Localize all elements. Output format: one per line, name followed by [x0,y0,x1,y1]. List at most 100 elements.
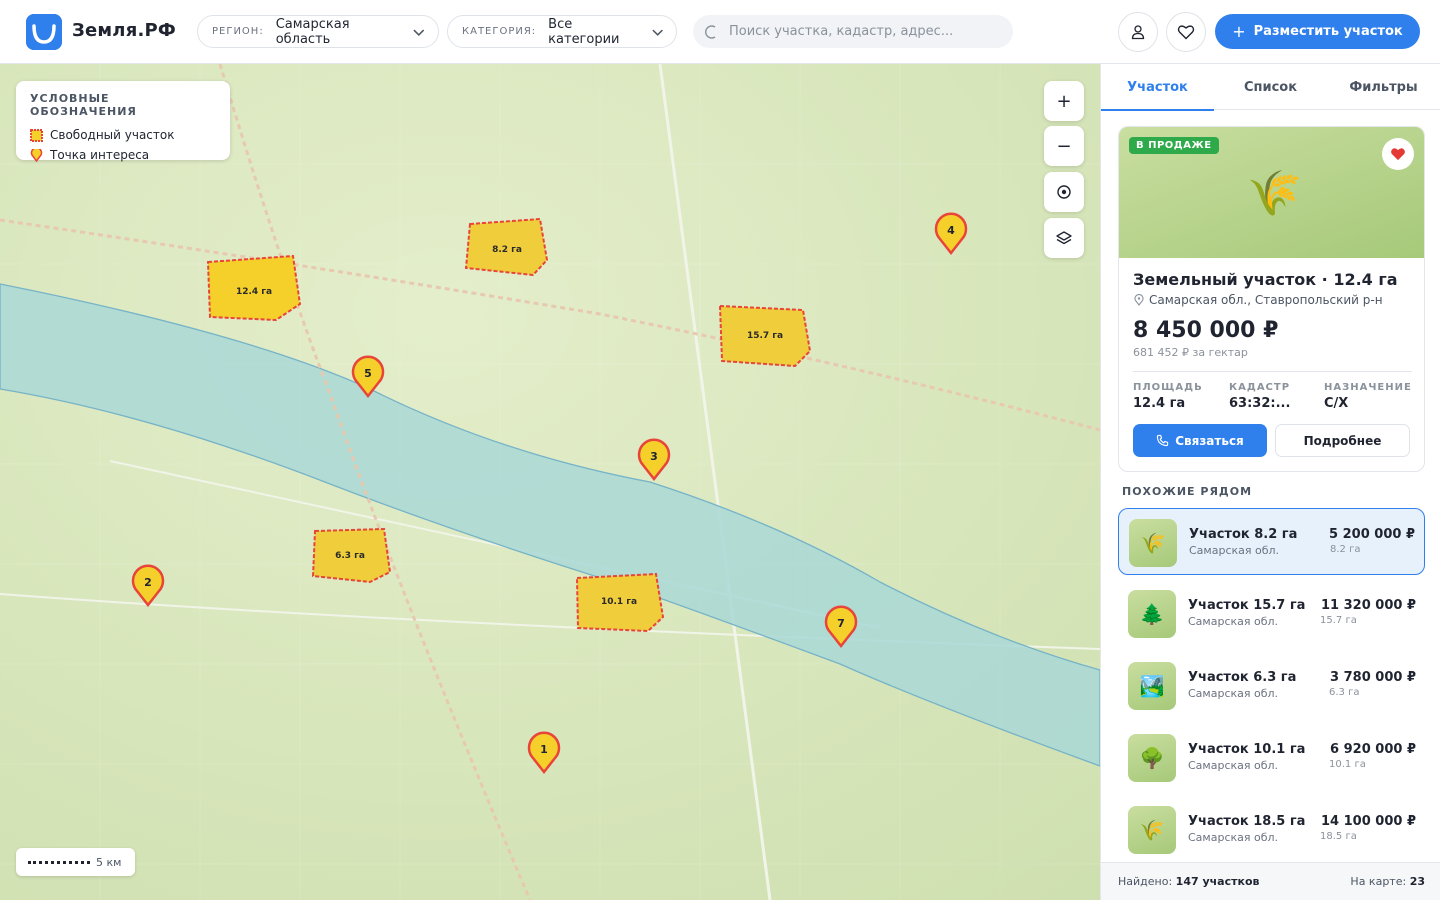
details-button[interactable]: Подробнее [1275,424,1410,457]
similar-heading: ПОХОЖИЕ РЯДОМ [1122,485,1253,498]
locate-button[interactable] [1044,172,1084,212]
plot-6-3[interactable]: 6.3 га [311,527,392,584]
similar-title: Участок 8.2 га [1189,527,1298,542]
region-label: РЕГИОН: [212,26,264,37]
wheat-icon: 🌾 [1247,168,1302,219]
search-input[interactable] [729,24,1009,39]
plot-card: 🌾 В ПРОДАЖЕ Земельный участок · 12.4 га … [1118,126,1425,472]
poi-marker-icon [30,148,43,162]
spec-cadastre: КАДАСТР 63:32:... [1229,382,1290,411]
plot-location: Самарская обл., Ставропольский р-н [1133,293,1383,307]
marker-label: 4 [947,224,955,237]
similar-item[interactable]: 🌾 Участок 8.2 га Самарская обл. 5 200 00… [1118,508,1425,575]
zoom-in-button[interactable]: + [1044,81,1084,121]
marker-label: 2 [144,576,152,589]
scale-line [28,861,90,865]
category-select[interactable]: КАТЕГОРИЯ: Все категории [447,15,677,48]
panel-tabs: Участок Список Фильтры [1101,64,1440,111]
marker-label: 5 [364,367,372,380]
plot-15-7[interactable]: 15.7 га [718,304,812,368]
similar-area: 15.7 га [1320,615,1357,626]
marker-label: 3 [650,450,658,463]
similar-title: Участок 18.5 га [1188,814,1306,829]
plus-icon: + [1232,22,1246,41]
spec-area: ПЛОЩАДЬ 12.4 га [1133,382,1203,411]
map-canvas[interactable]: 12.4 га 8.2 га 15.7 га 6.3 га 10.1 га 1 … [0,64,1100,900]
free-plot-swatch-icon [30,128,43,142]
deciduous-tree-icon: 🌳 [1128,734,1176,782]
similar-region: Самарская обл. [1188,831,1279,844]
similar-item[interactable]: 🌾 Участок 18.5 га Самарская обл. 14 100 … [1118,796,1425,863]
profile-button[interactable] [1118,12,1158,52]
wheat-icon: 🌾 [1128,806,1176,854]
legend-label: Точка интереса [50,148,150,162]
similar-price: 11 320 000 ₽ [1321,598,1416,613]
region-select[interactable]: РЕГИОН: Самарская область [197,15,439,48]
found-value: 147 участков [1175,875,1260,888]
heart-outline-icon [1177,25,1195,40]
layers-button[interactable] [1044,218,1084,258]
spec-value: С/Х [1324,396,1349,411]
spec-value: 12.4 га [1133,396,1186,411]
found-count: Найдено: 147 участков [1118,875,1260,888]
spec-label: КАДАСТР [1229,382,1291,393]
spec-value: 63:32:... [1229,396,1291,411]
heart-filled-icon [1391,148,1405,161]
zoom-out-icon: − [1056,135,1072,157]
status-badge: В ПРОДАЖЕ [1129,137,1219,154]
similar-area: 6.3 га [1329,687,1360,698]
logo-icon [26,14,62,50]
similar-item[interactable]: 🌲 Участок 15.7 га Самарская обл. 11 320 … [1118,580,1425,647]
plot-price: 8 450 000 ₽ [1133,318,1279,343]
scale-label: 5 км [96,855,122,869]
locate-icon [1057,185,1071,199]
similar-price: 14 100 000 ₽ [1321,814,1416,829]
tree-icon: 🌲 [1128,590,1176,638]
plot-8-2[interactable]: 8.2 га [464,217,549,277]
search-box [693,15,1013,48]
tab-list[interactable]: Список [1214,64,1327,110]
map-legend: УСЛОВНЫЕ ОБОЗНАЧЕНИЯ Свободный участок Т… [16,81,230,162]
map-view[interactable]: 12.4 га 8.2 га 15.7 га 6.3 га 10.1 га 1 … [0,64,1100,900]
layers-icon [1056,231,1072,245]
plot-title: Земельный участок · 12.4 га [1133,270,1398,289]
on-map-label: На карте: [1350,875,1407,888]
similar-title: Участок 6.3 га [1188,670,1297,685]
scale-bar: 5 км [16,848,135,876]
plot-label: 10.1 га [601,597,637,607]
post-plot-button[interactable]: + Разместить участок [1215,14,1420,49]
plot-12-4[interactable]: 12.4 га [206,254,302,322]
tab-plot[interactable]: Участок [1101,64,1214,111]
logo[interactable] [26,14,62,50]
tab-filters[interactable]: Фильтры [1327,64,1440,110]
similar-price: 6 920 000 ₽ [1330,742,1416,757]
marker-label: 1 [540,743,548,756]
landscape-icon: 🏞️ [1128,662,1176,710]
post-plot-label: Разместить участок [1253,24,1403,39]
similar-title: Участок 15.7 га [1188,598,1306,613]
zoom-out-button[interactable]: − [1044,126,1084,166]
plot-label: 12.4 га [236,287,272,297]
favorites-button[interactable] [1166,12,1206,52]
legend-item-free-plot: Свободный участок [30,125,216,145]
similar-item[interactable]: 🌳 Участок 10.1 га Самарская обл. 6 920 0… [1118,724,1425,791]
legend-label: Свободный участок [50,128,175,142]
plot-label: 8.2 га [492,245,522,255]
spec-label: ПЛОЩАДЬ [1133,382,1203,393]
top-bar: Земля.РФ РЕГИОН: Самарская область КАТЕГ… [0,0,1440,64]
favorite-toggle[interactable] [1382,138,1414,170]
divider [1133,371,1412,372]
legend-item-poi: Точка интереса [30,145,216,165]
similar-item[interactable]: 🏞️ Участок 6.3 га Самарская обл. 3 780 0… [1118,652,1425,719]
phone-icon [1157,434,1169,447]
plot-10-1[interactable]: 10.1 га [575,572,665,633]
contact-button[interactable]: Связаться [1133,424,1267,457]
plot-label: 15.7 га [747,331,783,341]
user-icon [1131,25,1145,40]
similar-area: 8.2 га [1330,544,1361,555]
contact-label: Связаться [1175,433,1244,448]
region-value: Самарская область [275,16,350,47]
wheat-icon: 🌾 [1129,519,1177,567]
similar-area: 10.1 га [1329,759,1366,770]
similar-price: 5 200 000 ₽ [1329,527,1415,542]
